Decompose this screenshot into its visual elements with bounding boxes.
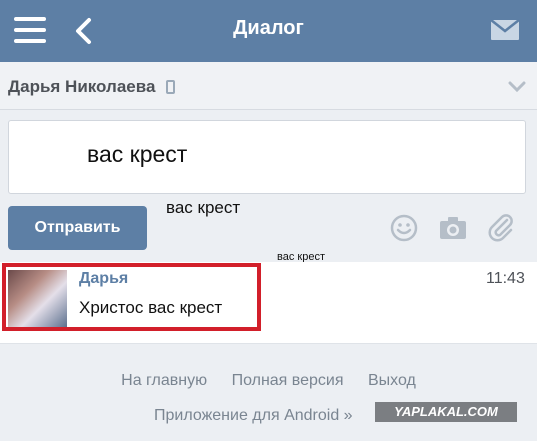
smile-icon[interactable] [390,214,418,242]
paperclip-icon[interactable] [487,214,515,242]
mail-icon[interactable] [490,19,520,41]
top-bar: Диалог [0,0,537,62]
overlay-caption: вас крест [166,198,241,217]
footer: На главную Полная версия Выход Приложени… [0,344,537,441]
android-app-link[interactable]: Приложение для Android » [154,407,353,425]
footer-links: На главную Полная версия Выход [0,372,537,390]
contact-name: Дарья Николаева [8,77,156,96]
watermark: YAPLAKAL.COM [375,402,517,422]
camera-icon[interactable] [439,214,467,242]
chevron-down-icon[interactable] [508,79,526,93]
full-version-link[interactable]: Полная версия [232,372,344,389]
red-highlight-frame [2,263,261,331]
compose-area: вас крест вас крест Отправить вас крест [0,110,537,263]
logout-link[interactable]: Выход [368,372,416,389]
message-input[interactable]: вас крест [8,120,526,194]
send-button[interactable]: Отправить [8,206,147,250]
home-link[interactable]: На главную [121,372,207,389]
page-title: Диалог [233,17,304,39]
message-time: 11:43 [486,270,525,287]
contact-bar[interactable]: Дарья Николаева [0,62,537,110]
message-row[interactable]: Дарья Христос вас крест 11:43 [0,262,537,344]
mobile-phone-icon [166,80,175,94]
